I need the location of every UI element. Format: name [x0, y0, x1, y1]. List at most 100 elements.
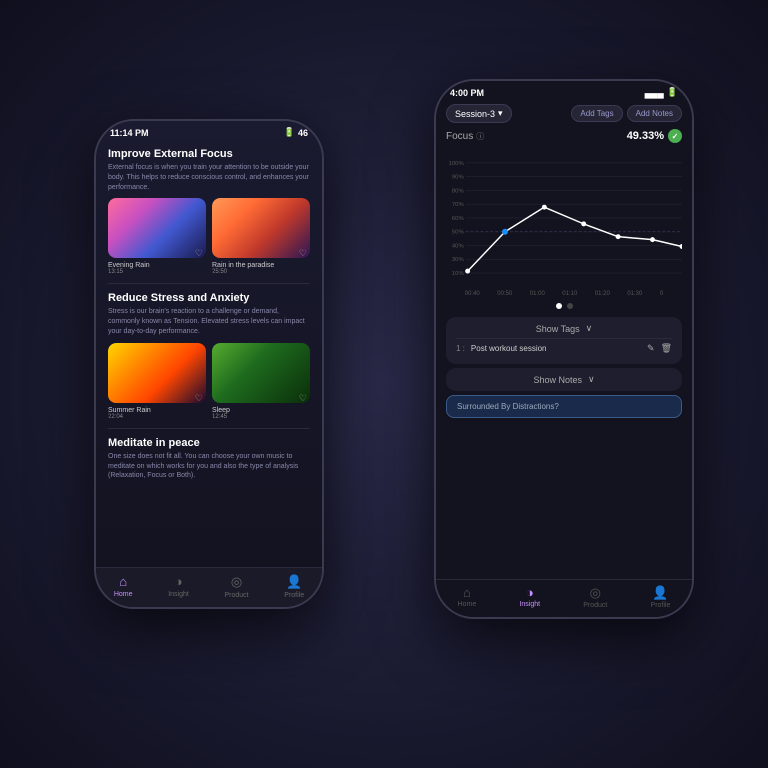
nav-insight-left[interactable]: ◑ Insight	[168, 574, 189, 599]
nav-product-label-left: Product	[224, 592, 248, 599]
tag-item-1: 1 : Post workout session ✎ 🗑	[456, 338, 672, 358]
media-label-sleep: Sleep	[212, 407, 230, 414]
svg-text:30%: 30%	[452, 257, 465, 263]
signal-icon: ▄▄▄	[645, 88, 664, 98]
tags-chevron-icon: ∨	[586, 323, 593, 334]
svg-text:50%: 50%	[452, 230, 465, 236]
note-input[interactable]: Surrounded By Distractions?	[446, 395, 682, 418]
tags-label: Show Tags	[536, 324, 580, 334]
tags-section: Show Tags ∨ 1 : Post workout session ✎ 🗑	[446, 317, 682, 364]
media-card-summer[interactable]: Summer Rain 22:04 ♡	[108, 343, 206, 422]
media-card-rain[interactable]: Rain in the paradise 25:50 ♡	[212, 198, 310, 277]
media-duration-evening: 13:15	[108, 269, 150, 275]
media-duration-summer: 22:04	[108, 414, 151, 420]
nav-home-right[interactable]: ⌂ Home	[458, 585, 477, 609]
x-label-6: 0	[660, 291, 663, 297]
tag-actions: ✎ 🗑	[647, 343, 672, 354]
svg-text:100%: 100%	[449, 161, 465, 167]
notes-section: Show Notes ∨	[446, 368, 682, 391]
session-selector[interactable]: Session-3 ▾	[446, 104, 512, 123]
nav-insight-right[interactable]: ◑ Insight	[519, 585, 540, 609]
right-header: Session-3 ▾ Add Tags Add Notes	[436, 100, 692, 129]
thumb-evening	[108, 198, 206, 258]
svg-text:80%: 80%	[452, 188, 465, 194]
media-duration-sleep: 12:45	[212, 414, 230, 420]
heart-icon-evening[interactable]: ♡	[195, 248, 203, 259]
add-tags-button[interactable]: Add Tags	[571, 105, 622, 122]
nav-home-label-left: Home	[114, 591, 133, 598]
thumb-summer	[108, 343, 206, 403]
note-placeholder: Surrounded By Distractions?	[457, 402, 559, 411]
time-left: 11:14 PM	[110, 128, 149, 138]
nav-profile-right[interactable]: 👤 Profile	[651, 585, 671, 609]
check-badge: ✓	[668, 129, 682, 143]
status-icons-right: ▄▄▄ 🔋	[645, 87, 678, 98]
phone-left: 11:14 PM 🔋 46 Improve External Focus Ext…	[94, 119, 324, 609]
nav-profile-left[interactable]: 👤 Profile	[284, 574, 304, 599]
tag-text: Post workout session	[471, 344, 547, 353]
media-info-sleep: Sleep 12:45 ♡	[212, 403, 310, 422]
home-icon-left: ⌂	[119, 574, 127, 589]
add-notes-button[interactable]: Add Notes	[627, 105, 682, 122]
heart-icon-sleep[interactable]: ♡	[299, 393, 307, 404]
info-icon: ⓘ	[476, 131, 484, 142]
battery-pct: 46	[298, 128, 308, 138]
status-icons-left: 🔋 46	[284, 127, 308, 138]
profile-icon-left: 👤	[286, 574, 302, 590]
phones-container: 11:14 PM 🔋 46 Improve External Focus Ext…	[74, 59, 694, 709]
nav-product-right[interactable]: ◎ Product	[583, 585, 607, 609]
nav-product-label-right: Product	[583, 602, 607, 609]
svg-text:40%: 40%	[452, 243, 465, 249]
notes-chevron-icon: ∨	[588, 374, 595, 385]
dots-indicator	[446, 303, 682, 309]
chart-section: Focus ⓘ 49.33% ✓	[436, 129, 692, 309]
phone-right: 4:00 PM ▄▄▄ 🔋 Session-3 ▾ Add Tags Add N…	[434, 79, 694, 619]
heart-icon-rain[interactable]: ♡	[299, 248, 307, 259]
section-title-focus: Improve External Focus	[108, 148, 310, 160]
nav-bar-left: ⌂ Home ◑ Insight ◎ Product 👤 Profile	[96, 567, 322, 607]
media-label-rain: Rain in the paradise	[212, 262, 274, 269]
chart-svg: 100% 90% 80% 70% 60% 50% 40% 30% 10%	[446, 147, 682, 287]
nav-home-left[interactable]: ⌂ Home	[114, 574, 133, 599]
section-desc-stress: Stress is our brain's reaction to a chal…	[108, 307, 310, 336]
nav-insight-label-left: Insight	[168, 591, 189, 598]
media-grid-stress: Summer Rain 22:04 ♡ Sleep 12:45	[96, 343, 322, 422]
x-label-4: 01:20	[595, 291, 610, 297]
nav-profile-label-left: Profile	[284, 592, 304, 599]
battery-icon: 🔋	[284, 127, 295, 138]
tags-header[interactable]: Show Tags ∨	[456, 323, 672, 334]
x-label-2: 01:00	[530, 291, 545, 297]
chart-percentage: 49.33%	[627, 130, 664, 142]
right-screen: 4:00 PM ▄▄▄ 🔋 Session-3 ▾ Add Tags Add N…	[436, 81, 692, 617]
svg-text:60%: 60%	[452, 216, 465, 222]
nav-bar-right: ⌂ Home ◑ Insight ◎ Product 👤 Profile	[436, 579, 692, 617]
media-grid-focus: Evening Rain 13:15 ♡ Rain in the paradis…	[96, 198, 322, 277]
svg-text:10%: 10%	[452, 271, 465, 277]
edit-icon[interactable]: ✎	[647, 343, 655, 354]
nav-product-left[interactable]: ◎ Product	[224, 574, 248, 599]
delete-icon[interactable]: 🗑	[661, 343, 672, 354]
thumb-sleep	[212, 343, 310, 403]
heart-icon-summer[interactable]: ♡	[195, 393, 203, 404]
thumb-rain	[212, 198, 310, 258]
media-label-evening: Evening Rain	[108, 262, 150, 269]
nav-insight-label-right: Insight	[519, 601, 540, 608]
section-desc-peace: One size does not fit all. You can choos…	[108, 452, 310, 481]
x-label-3: 01:10	[562, 291, 577, 297]
section-title-peace: Meditate in peace	[108, 437, 310, 449]
media-card-sleep[interactable]: Sleep 12:45 ♡	[212, 343, 310, 422]
media-info-summer: Summer Rain 22:04 ♡	[108, 403, 206, 422]
x-label-5: 01:30	[627, 291, 642, 297]
x-label-1: 00:50	[497, 291, 512, 297]
dot-1	[556, 303, 562, 309]
status-bar-right: 4:00 PM ▄▄▄ 🔋	[436, 81, 692, 100]
media-duration-rain: 25:50	[212, 269, 274, 275]
insight-icon-right: ◑	[526, 585, 534, 600]
scroll-content: Improve External Focus External focus is…	[96, 140, 322, 532]
dot-2	[567, 303, 573, 309]
divider-1	[108, 283, 310, 284]
x-label-0: 00:40	[465, 291, 480, 297]
media-card-evening[interactable]: Evening Rain 13:15 ♡	[108, 198, 206, 277]
insight-icon-left: ◑	[175, 574, 183, 589]
notes-header[interactable]: Show Notes ∨	[456, 374, 672, 385]
